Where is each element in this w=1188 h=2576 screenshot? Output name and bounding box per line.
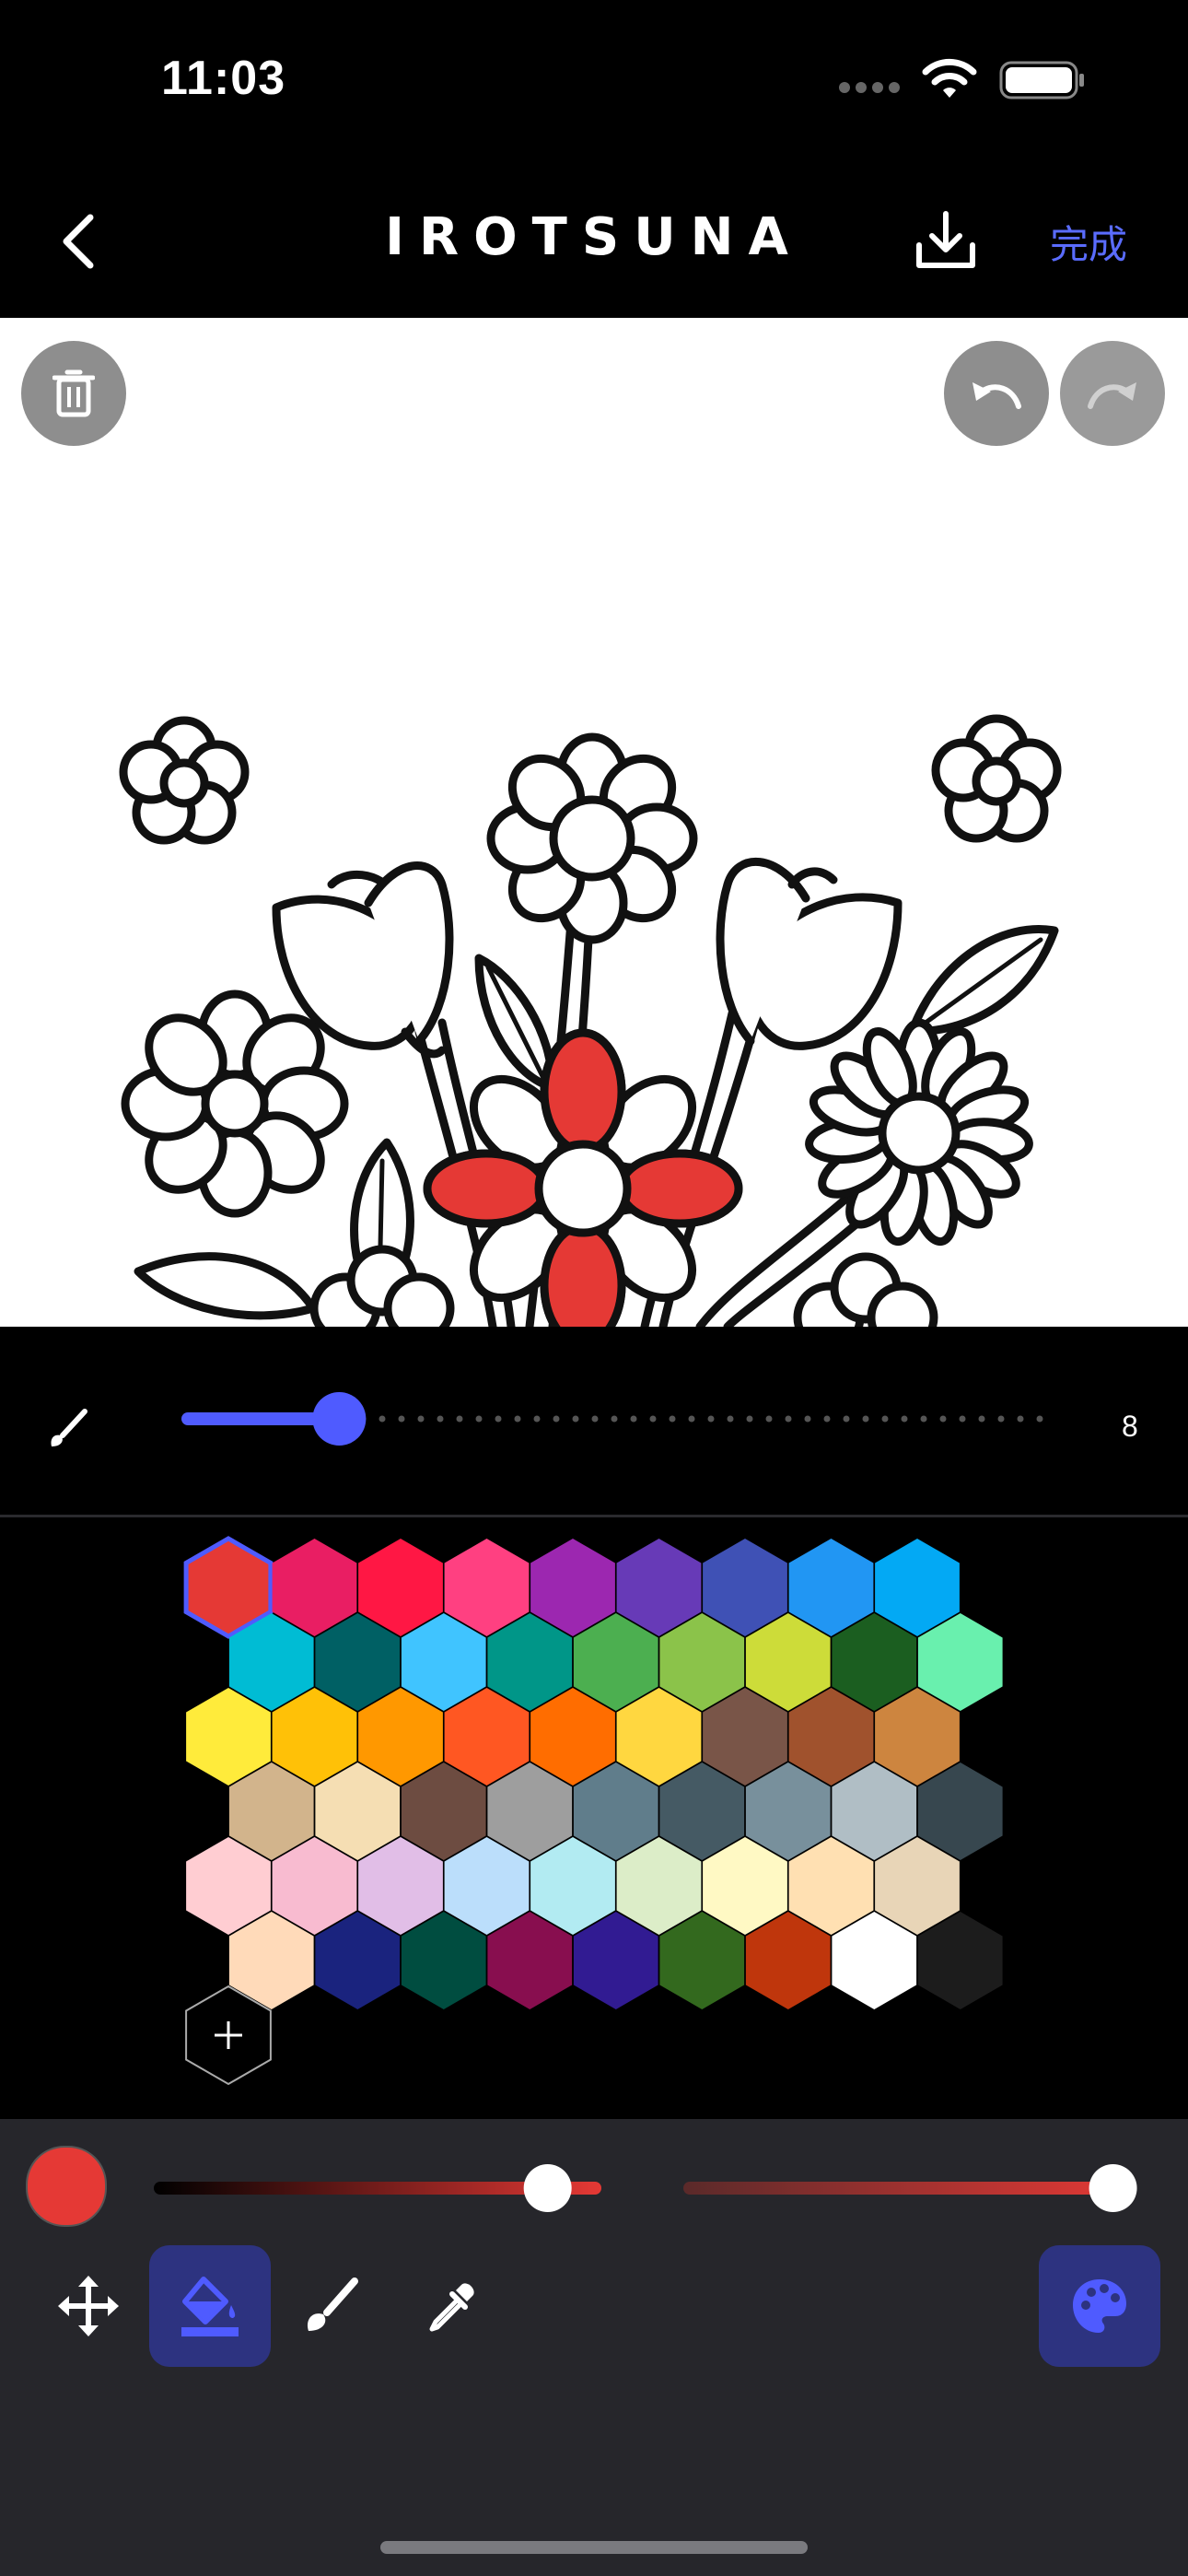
status-time: 11:03 (161, 52, 286, 105)
slider-tick (379, 1415, 386, 1423)
wifi-icon (922, 58, 977, 98)
move-tool-button[interactable] (28, 2245, 149, 2367)
slider-tick (785, 1415, 792, 1423)
undo-icon (973, 382, 1021, 409)
paint-bucket-icon (181, 2277, 239, 2336)
slider-tick (475, 1415, 483, 1423)
move-arrows-icon (58, 2276, 119, 2336)
download-icon[interactable] (914, 210, 978, 273)
fill-tool-button[interactable] (149, 2245, 271, 2367)
slider-tick (1017, 1415, 1024, 1423)
flower-bouquet-artwork (119, 714, 1062, 1327)
trash-icon (52, 369, 95, 417)
hex-color-grid[interactable] (0, 1517, 1188, 2119)
color-tool-panel (0, 2119, 1188, 2576)
app-title: IROTSUNA (385, 207, 803, 267)
done-button[interactable]: 完成 (1050, 214, 1127, 270)
brightness-thumb[interactable] (523, 2164, 572, 2212)
slider-tick (572, 1415, 579, 1423)
undo-button[interactable] (944, 341, 1049, 446)
slider-tick (901, 1415, 908, 1423)
cellular-signal-icon (839, 82, 900, 93)
slider-tick (514, 1415, 521, 1423)
slider-tick (959, 1415, 966, 1423)
coloring-canvas[interactable] (0, 318, 1188, 1327)
slider-tick (649, 1415, 657, 1423)
slider-tick (495, 1415, 502, 1423)
palette-icon (1073, 2279, 1126, 2333)
slider-tick (746, 1415, 753, 1423)
slider-tick (553, 1415, 560, 1423)
slider-tick (456, 1415, 463, 1423)
slider-tick (591, 1415, 599, 1423)
slider-tick (823, 1415, 831, 1423)
slider-thumb[interactable] (312, 1392, 367, 1446)
slider-tick (669, 1415, 676, 1423)
brightness-slider[interactable] (152, 2160, 612, 2216)
opacity-slider[interactable] (681, 2160, 1142, 2216)
battery-icon (999, 61, 1084, 100)
brush-tool-button[interactable] (271, 2245, 392, 2367)
clear-canvas-button[interactable] (21, 341, 126, 446)
color-palette (0, 1517, 1188, 2119)
slider-tick (727, 1415, 734, 1423)
slider-tick (804, 1415, 811, 1423)
slider-tick (881, 1415, 889, 1423)
eyedropper-icon (429, 2283, 474, 2332)
redo-button[interactable] (1060, 341, 1165, 446)
brush-size-value: 8 (1122, 1410, 1138, 1443)
opacity-track (683, 2182, 1131, 2195)
slider-tick (765, 1415, 773, 1423)
palette-tool-button[interactable] (1039, 2245, 1160, 2367)
slider-tick (630, 1415, 637, 1423)
paintbrush-icon (307, 2277, 358, 2331)
slider-tick (843, 1415, 850, 1423)
brush-size-slider[interactable] (180, 1391, 1064, 1446)
redo-icon (1088, 382, 1136, 409)
slider-tick (978, 1415, 985, 1423)
slider-tick (920, 1415, 927, 1423)
slider-tick (939, 1415, 947, 1423)
home-indicator (380, 2541, 808, 2554)
slider-tick (417, 1415, 425, 1423)
slider-tick (398, 1415, 405, 1423)
slider-tick (862, 1415, 869, 1423)
brush-icon (51, 1409, 87, 1446)
slider-tick (707, 1415, 715, 1423)
slider-tick (437, 1415, 444, 1423)
slider-tick (611, 1415, 618, 1423)
opacity-thumb[interactable] (1089, 2164, 1137, 2212)
slider-tick (688, 1415, 695, 1423)
current-color-swatch[interactable] (26, 2146, 107, 2227)
slider-tick (533, 1415, 541, 1423)
brush-size-panel: 8 (0, 1327, 1188, 1515)
eyedropper-tool-button[interactable] (392, 2245, 514, 2367)
slider-tick (997, 1415, 1005, 1423)
slider-tick (1036, 1415, 1043, 1423)
